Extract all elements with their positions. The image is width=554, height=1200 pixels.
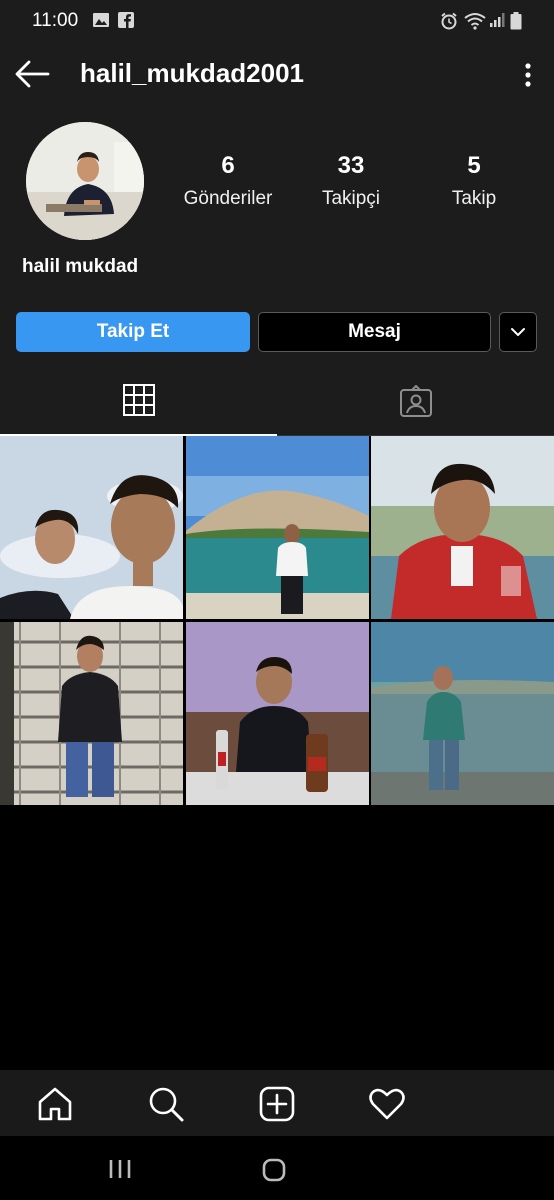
add-post-icon [259,1086,295,1122]
following-label: Takip [451,188,497,209]
nav-home[interactable] [35,1084,75,1124]
display-name: halil mukdad [22,256,139,277]
tagged-person-icon [399,384,432,417]
avatar[interactable] [26,122,144,240]
nav-search[interactable] [146,1084,186,1124]
post-thumbnail[interactable] [186,622,369,805]
nav-activity[interactable] [367,1084,407,1124]
home-icon [38,1087,72,1121]
posts-label: Gönderiler [183,188,273,209]
gallery-icon [93,13,109,27]
post-image [186,436,369,619]
facebook-icon [118,12,134,28]
post-image [186,622,369,805]
arrow-left-icon [15,60,50,88]
post-image [0,622,183,805]
post-thumbnail[interactable] [0,622,183,805]
suggestions-dropdown-button[interactable] [499,312,537,352]
followers-label: Takipçi [321,188,381,209]
more-options-button[interactable] [516,60,540,90]
chevron-down-icon [511,328,525,336]
recent-apps-icon[interactable] [108,1158,132,1180]
post-thumbnail[interactable] [186,436,369,619]
more-vertical-icon [525,63,531,87]
message-button[interactable]: Mesaj [258,312,491,352]
post-image [371,622,554,805]
avatar-photo [26,122,144,240]
followers-count: 33 [337,152,365,179]
stat-posts[interactable]: 6 Gönderiler [168,152,288,210]
system-navigation-bar [0,1136,554,1200]
nav-add-post[interactable] [257,1084,297,1124]
following-count: 5 [467,152,481,179]
post-image [0,436,183,619]
profile-username: halil_mukdad2001 [80,58,304,88]
wifi-icon [464,13,486,30]
home-circle-icon[interactable] [262,1158,286,1182]
posts-count: 6 [221,152,235,179]
tab-grid-posts[interactable] [0,366,277,436]
battery-icon [510,12,522,30]
grid-icon [122,384,155,416]
search-icon [149,1087,184,1122]
profile-header: halil_mukdad2001 [0,42,554,108]
bottom-navigation [0,1070,554,1136]
post-thumbnail[interactable] [371,622,554,805]
back-button[interactable] [12,56,52,92]
tab-tagged-posts[interactable] [277,366,554,436]
post-thumbnail[interactable] [0,436,183,619]
heart-icon [369,1088,405,1120]
stat-following[interactable]: 5 Takip [414,152,534,210]
alarm-icon [441,12,457,30]
status-time: 11:00 [32,10,79,31]
status-bar: 11:00 [0,0,554,42]
stat-followers[interactable]: 33 Takipçi [291,152,411,210]
post-image [371,436,554,619]
post-thumbnail[interactable] [371,436,554,619]
follow-button[interactable]: Takip Et [16,312,250,352]
profile-section: 6 Gönderiler 33 Takipçi 5 Takip halil mu… [0,108,554,436]
signal-icon [490,13,505,27]
